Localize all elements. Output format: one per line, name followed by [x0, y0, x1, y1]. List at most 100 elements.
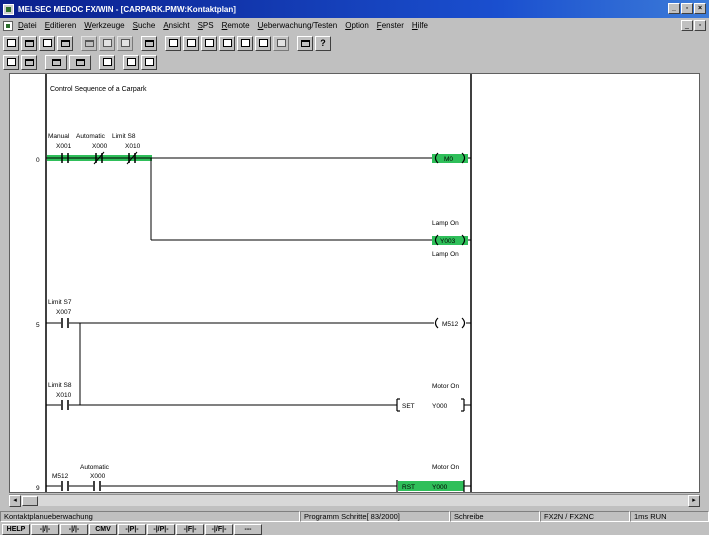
cut-icon[interactable]: [81, 35, 97, 51]
fkey-contact-f[interactable]: -|F|-: [176, 523, 204, 535]
rung0-contact-x010: [126, 151, 138, 165]
rung5-c1-comment: Limit S7: [48, 299, 72, 306]
menu-hilfe[interactable]: Hilfe: [412, 21, 428, 30]
fkey-cmv[interactable]: CMV: [89, 523, 117, 535]
status-plc-type: FX2N / FX2NC: [540, 510, 630, 522]
status-write-mode: Schreibe: [450, 510, 540, 522]
minimize-icon[interactable]: _: [668, 3, 680, 14]
list-view-icon[interactable]: [219, 35, 235, 51]
print-icon[interactable]: [57, 35, 73, 51]
menu-sps[interactable]: SPS: [198, 21, 214, 30]
rung-step-9: 9: [36, 485, 40, 492]
rung5-c2-comment: Limit S8: [48, 382, 72, 389]
coil-comment-icon[interactable]: [69, 54, 91, 70]
fkey-contact-nf[interactable]: -|/F|-: [205, 523, 233, 535]
read-plc-icon[interactable]: [165, 35, 181, 51]
statement-icon[interactable]: [99, 54, 115, 70]
rung9-contact-m512: [61, 481, 69, 491]
rung-step-5: 5: [36, 322, 40, 329]
rung9-c2-device: X000: [90, 473, 106, 480]
menu-remote[interactable]: Remote: [222, 21, 250, 30]
title-bar[interactable]: MELSEC MEDOC FX/WIN - [CARPARK.PMW:Konta…: [0, 0, 709, 18]
menu-fenster[interactable]: Fenster: [377, 21, 404, 30]
scroll-thumb[interactable]: [22, 496, 38, 506]
help-icon[interactable]: ?: [315, 35, 331, 51]
rung0-y003-comment-top: Lamp On: [432, 220, 459, 227]
status-bar: Kontaktplanueberwachung Programm Schritt…: [0, 510, 709, 522]
menu-option[interactable]: Option: [345, 21, 369, 30]
rung9-c2-comment: Automatic: [80, 464, 110, 471]
status-program-steps: Programm Schritte[ 83/2000]: [300, 510, 450, 522]
function-key-bar: HELP -|/|- -|/|- CMV -|P|- -|/P|- -|F|- …: [0, 523, 709, 535]
fkey-help[interactable]: HELP: [2, 523, 30, 535]
horizontal-scrollbar[interactable]: ◂ ▸: [9, 494, 700, 507]
rung5-set-comment: Motor On: [432, 383, 459, 390]
window-icon[interactable]: [297, 35, 313, 51]
ladder-view-icon[interactable]: [201, 35, 217, 51]
svg-text:Y003: Y003: [440, 238, 456, 245]
ladder-toolbar: [0, 53, 709, 71]
comment-icon[interactable]: [45, 54, 67, 70]
mdi-restore-icon[interactable]: ▫: [694, 20, 706, 31]
fkey-line[interactable]: ---: [234, 523, 262, 535]
rung0-contact-x000: [93, 151, 105, 165]
scroll-left-icon[interactable]: ◂: [9, 495, 21, 507]
window-title: MELSEC MEDOC FX/WIN - [CARPARK.PMW:Konta…: [18, 4, 236, 14]
rung0-c1-device: X001: [56, 143, 72, 150]
rung0-y003-comment-bottom: Lamp On: [432, 251, 459, 258]
fkey-contact-np[interactable]: -|/P|-: [147, 523, 175, 535]
svg-text:SET: SET: [402, 403, 415, 410]
scroll-right-icon[interactable]: ▸: [688, 495, 700, 507]
header-comment: Control Sequence of a Carpark: [50, 86, 147, 93]
paste-icon[interactable]: [117, 35, 133, 51]
rung9-rst-y000: RST Y000: [396, 480, 465, 492]
ladder-editor[interactable]: Control Sequence of a Carpark 0 Manual X…: [9, 73, 700, 493]
ladder-diagram: Control Sequence of a Carpark 0 Manual X…: [36, 74, 472, 492]
fkey-contact-no[interactable]: -|/|-: [31, 523, 59, 535]
register-icon[interactable]: [273, 35, 289, 51]
status-run-state: 1ms RUN: [630, 510, 709, 522]
rung5-coil-m512: M512: [434, 317, 466, 329]
rung5-c1-device: X007: [56, 309, 72, 316]
rung5-contact-x007: [61, 318, 69, 328]
svg-text:RST: RST: [402, 484, 415, 491]
rung0-coil-y003: Y003: [432, 234, 468, 246]
ladder-mode-icon[interactable]: [3, 54, 19, 70]
rung0-c2-comment: Automatic: [76, 133, 106, 140]
menu-suche[interactable]: Suche: [133, 21, 156, 30]
app-icon[interactable]: [3, 3, 14, 15]
document-icon[interactable]: [3, 20, 13, 31]
rung0-c2-device: X000: [92, 143, 108, 150]
svg-text:Y000: Y000: [432, 484, 448, 491]
note-edit-icon[interactable]: [141, 54, 157, 70]
fkey-contact-nc[interactable]: -|/|-: [60, 523, 88, 535]
menu-ansicht[interactable]: Ansicht: [163, 21, 189, 30]
rung0-c3-comment: Limit S8: [112, 133, 136, 140]
menu-werkzeuge[interactable]: Werkzeuge: [84, 21, 124, 30]
close-icon[interactable]: ×: [694, 3, 706, 14]
open-icon[interactable]: [21, 35, 37, 51]
rung0-c3-device: X010: [125, 143, 141, 150]
rung9-contact-x000: [93, 481, 101, 491]
rung9-c1-device: M512: [52, 473, 69, 480]
rung5-contact-x010: [61, 400, 69, 410]
rung5-c2-device: X010: [56, 392, 72, 399]
restore-icon[interactable]: ▫: [681, 3, 693, 14]
rung9-rst-comment: Motor On: [432, 464, 459, 471]
write-plc-icon[interactable]: [183, 35, 199, 51]
svg-text:Y000: Y000: [432, 403, 448, 410]
instruction-mode-icon[interactable]: [21, 54, 37, 70]
save-icon[interactable]: [39, 35, 55, 51]
device-test-icon[interactable]: [255, 35, 271, 51]
new-icon[interactable]: [3, 35, 19, 51]
monitor-icon[interactable]: [237, 35, 253, 51]
copy-icon[interactable]: [99, 35, 115, 51]
note-icon[interactable]: [123, 54, 139, 70]
svg-text:M512: M512: [442, 321, 459, 328]
menu-editieren[interactable]: Editieren: [45, 21, 77, 30]
menu-ueberwachung[interactable]: Ueberwachung/Testen: [258, 21, 338, 30]
mdi-minimize-icon[interactable]: _: [681, 20, 693, 31]
find-icon[interactable]: [141, 35, 157, 51]
fkey-contact-p[interactable]: -|P|-: [118, 523, 146, 535]
menu-datei[interactable]: Datei: [18, 21, 37, 30]
